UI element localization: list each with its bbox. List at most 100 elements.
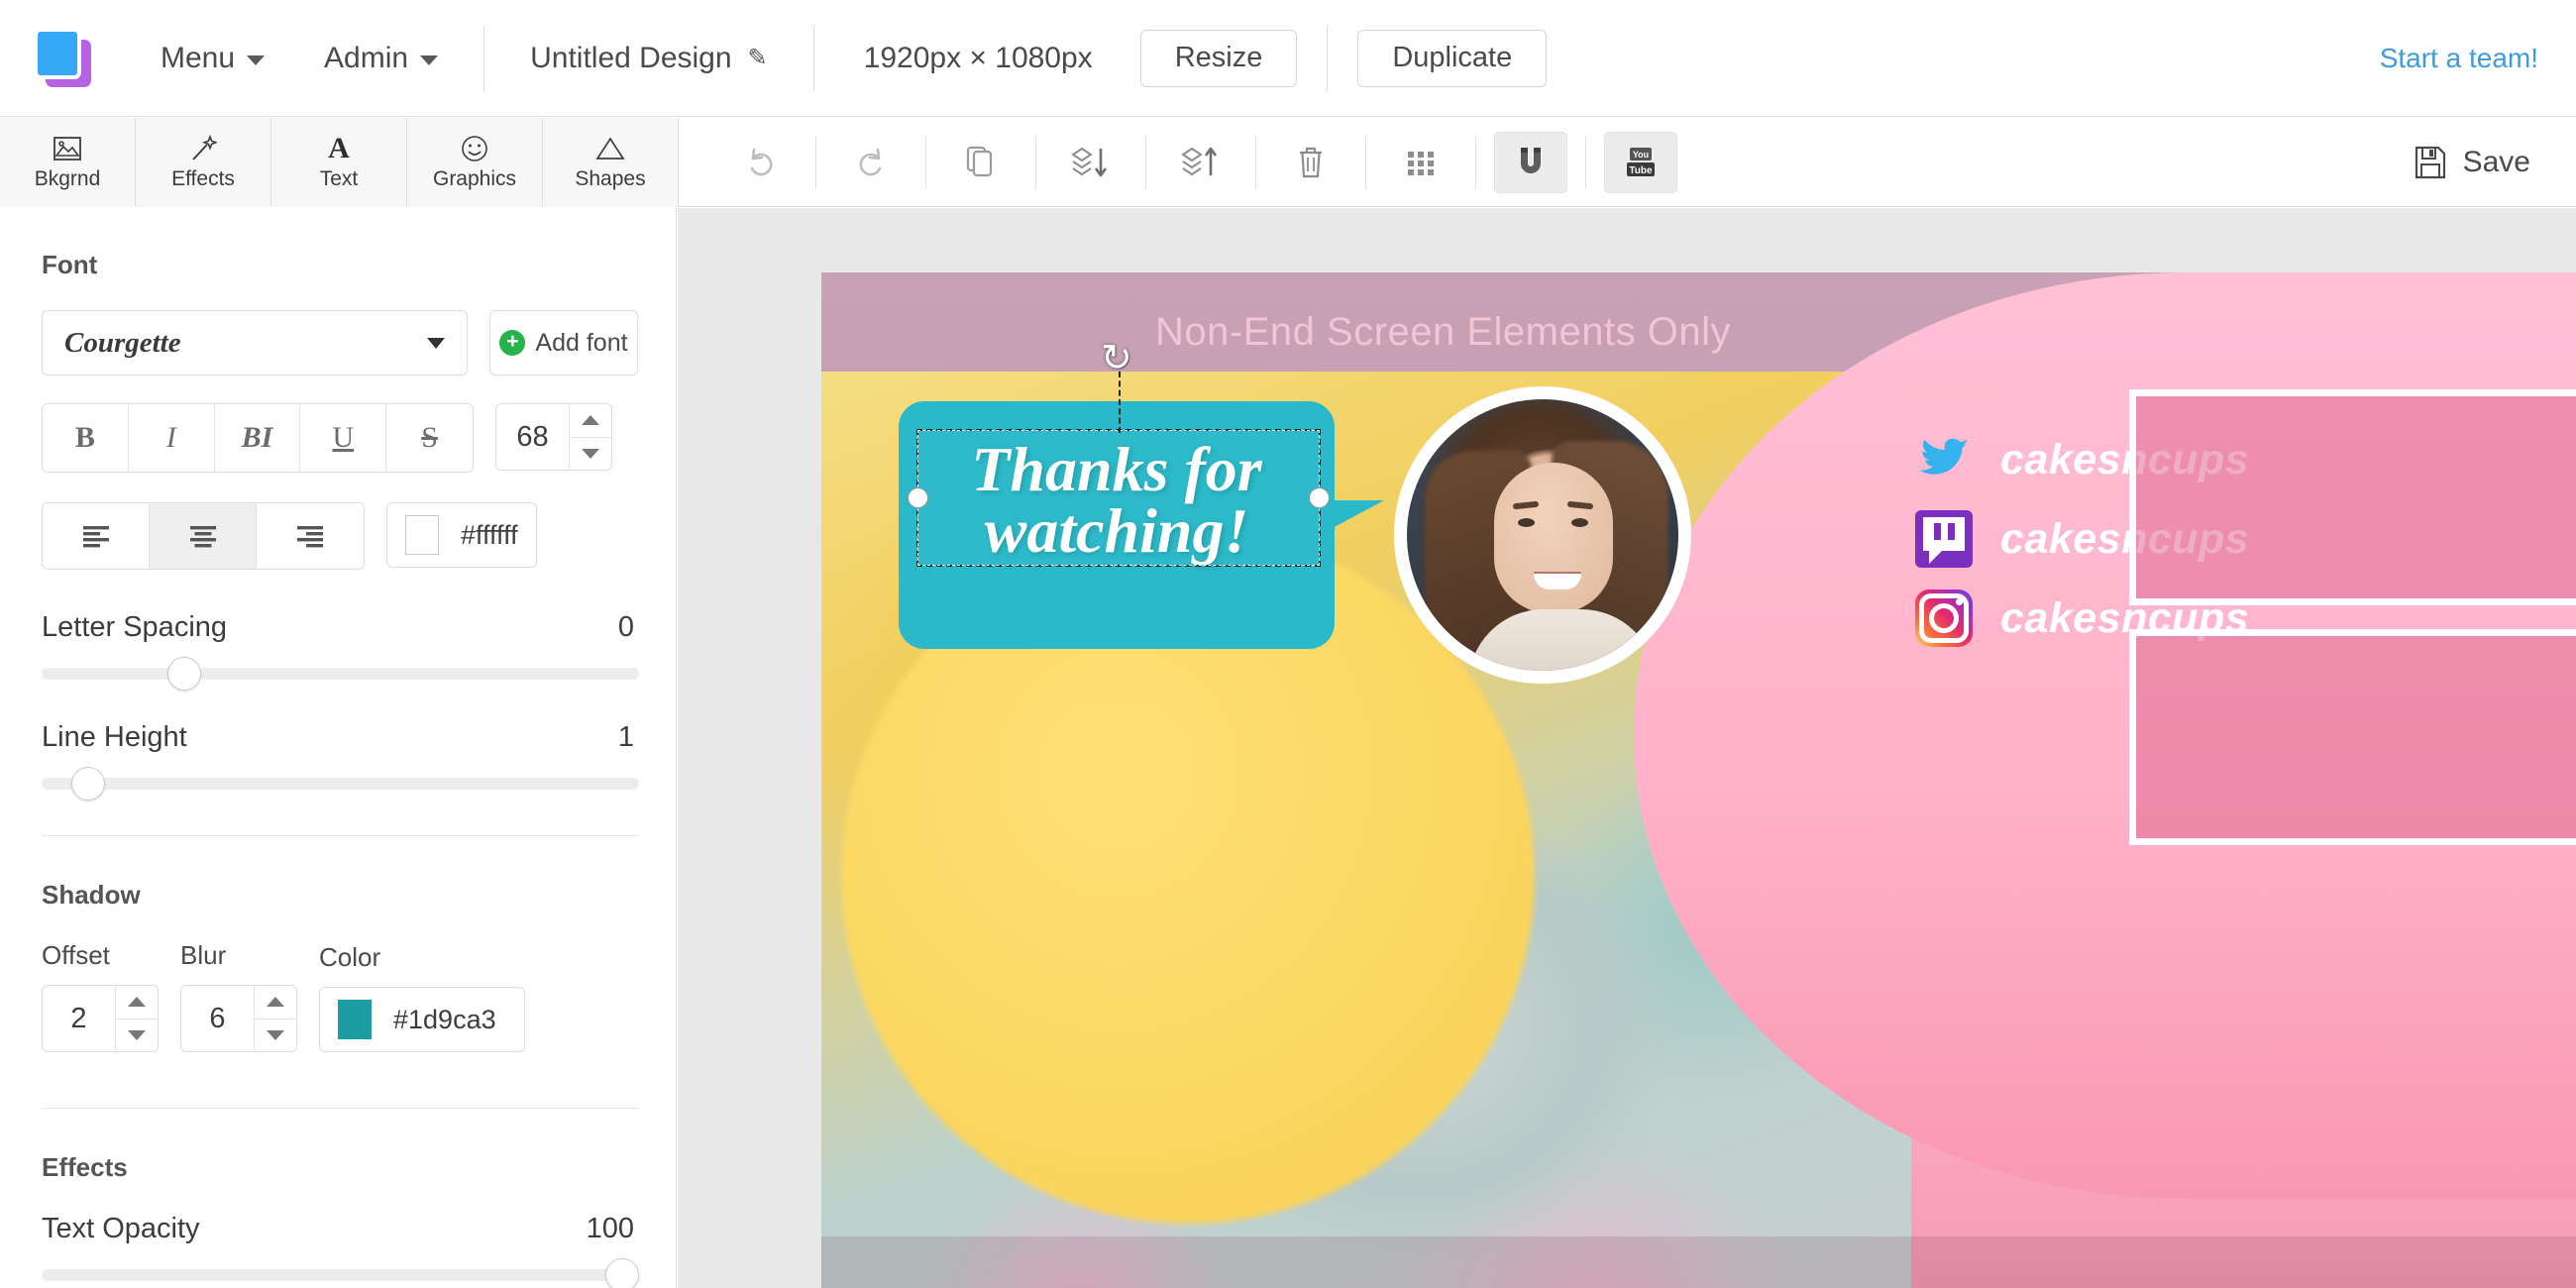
divider — [42, 835, 639, 836]
letter-spacing-knob[interactable] — [166, 657, 201, 691]
copy-icon — [966, 146, 993, 176]
video-placeholder-box-2[interactable] — [2129, 629, 2576, 845]
text-opacity-value: 100 — [586, 1213, 634, 1244]
align-center-button[interactable] — [150, 503, 257, 569]
plus-circle-icon: + — [499, 330, 526, 356]
app-logo[interactable] — [34, 27, 95, 89]
menu-dropdown[interactable]: Menu — [131, 0, 294, 117]
duplicate-button[interactable]: Duplicate — [1357, 29, 1548, 87]
font-size-decrement[interactable] — [570, 438, 611, 471]
shadow-color-field[interactable]: #1d9ca3 — [319, 987, 525, 1052]
shadow-offset-increment[interactable] — [116, 986, 158, 1020]
bold-italic-button[interactable]: BI — [214, 404, 301, 472]
snap-button[interactable] — [1494, 131, 1567, 193]
text-style-row: B I BI U S 68 — [42, 376, 634, 473]
menu-label: Menu — [161, 41, 236, 74]
banner-text[interactable]: Non-End Screen Elements Only — [821, 310, 2065, 355]
shadow-blur-value[interactable]: 6 — [181, 986, 255, 1051]
svg-text:You: You — [1633, 150, 1649, 160]
caret-up-icon — [128, 997, 146, 1008]
redo-button[interactable] — [834, 132, 908, 193]
italic-button[interactable]: I — [128, 404, 215, 472]
tab-label: Graphics — [432, 167, 517, 190]
video-placeholder-box-1[interactable] — [2129, 389, 2576, 605]
tab-graphics[interactable]: Graphics — [407, 118, 543, 207]
twitter-icon — [1915, 431, 1973, 488]
line-height-header: Line Height 1 — [42, 721, 634, 754]
text-color-value: #ffffff — [461, 519, 518, 550]
font-size-stepper[interactable]: 68 — [495, 403, 612, 471]
text-opacity-knob[interactable] — [605, 1258, 639, 1288]
font-size-value[interactable]: 68 — [496, 404, 570, 470]
align-left-button[interactable] — [43, 503, 150, 569]
shadow-offset-stepper[interactable]: 2 — [42, 985, 159, 1052]
tab-bkgrnd[interactable]: Bkgrnd — [0, 118, 136, 207]
selection-handle-right[interactable] — [1309, 487, 1330, 508]
avatar[interactable] — [1394, 386, 1691, 684]
shadow-color-group: Color #1d9ca3 — [319, 942, 525, 1052]
tab-effects[interactable]: Effects — [136, 118, 271, 207]
canvas-workspace[interactable]: Non-End Screen Elements Only Thanks for … — [678, 208, 2576, 1288]
caret-down-icon — [267, 1029, 284, 1040]
shadow-offset-value[interactable]: 2 — [43, 986, 116, 1051]
save-button[interactable]: Save — [2414, 145, 2530, 180]
shadow-offset-decrement[interactable] — [116, 1020, 158, 1052]
text-opacity-label: Text Opacity — [42, 1213, 200, 1244]
send-backward-button[interactable] — [1054, 132, 1127, 193]
underline-button[interactable]: U — [300, 404, 387, 472]
selection-bounding-box[interactable] — [908, 429, 1330, 567]
divider — [1255, 136, 1256, 188]
align-right-icon — [297, 526, 323, 548]
youtube-button[interactable]: You Tube — [1604, 131, 1677, 193]
text-a-icon: A — [328, 132, 350, 164]
text-opacity-slider[interactable] — [42, 1258, 639, 1288]
shadow-color-value: #1d9ca3 — [393, 1004, 496, 1034]
add-font-button[interactable]: + Add font — [489, 310, 638, 376]
twitch-bar-2 — [1948, 523, 1955, 540]
text-style-group: B I BI U S — [42, 403, 474, 473]
bold-button[interactable]: B — [43, 404, 129, 472]
design-title[interactable]: Untitled Design ✎ — [500, 0, 798, 117]
selection-handle-left[interactable] — [908, 487, 928, 508]
letter-spacing-slider[interactable] — [42, 657, 639, 691]
strikethrough-button[interactable]: S — [386, 404, 473, 472]
line-height-knob[interactable] — [71, 767, 106, 801]
tab-shapes[interactable]: Shapes — [543, 118, 679, 207]
bring-forward-button[interactable] — [1164, 132, 1237, 193]
duplicate-layer-button[interactable] — [944, 132, 1018, 193]
artboard[interactable]: Non-End Screen Elements Only Thanks for … — [821, 272, 2576, 1288]
letter-spacing-value: 0 — [617, 611, 634, 643]
undo-button[interactable] — [724, 132, 798, 193]
font-size-increment[interactable] — [570, 404, 611, 438]
shadow-blur-stepper[interactable]: 6 — [180, 985, 297, 1052]
line-height-slider[interactable] — [42, 767, 639, 801]
divider — [815, 136, 816, 188]
avatar-eye-left — [1518, 518, 1535, 527]
bottom-overlay-strip — [821, 1236, 2576, 1288]
resize-button[interactable]: Resize — [1139, 29, 1298, 87]
admin-dropdown[interactable]: Admin — [294, 0, 468, 117]
delete-button[interactable] — [1274, 132, 1347, 193]
tab-label: Bkgrnd — [34, 167, 101, 190]
shadow-offset-label: Offset — [42, 940, 110, 970]
start-a-team-link[interactable]: Start a team! — [2380, 43, 2538, 74]
text-color-field[interactable]: #ffffff — [386, 502, 537, 568]
grid-icon — [1408, 151, 1434, 175]
align-right-button[interactable] — [257, 503, 364, 569]
magnet-icon — [1521, 147, 1541, 173]
rotate-icon[interactable]: ↻ — [1101, 340, 1138, 377]
magic-wand-icon — [189, 134, 217, 163]
divider — [1585, 136, 1586, 188]
layers-down-icon — [1071, 147, 1108, 176]
shadow-blur-decrement[interactable] — [255, 1020, 296, 1052]
speech-bubble-tail — [1329, 500, 1384, 556]
divider — [1475, 136, 1476, 188]
grid-button[interactable] — [1384, 132, 1457, 193]
caret-up-icon — [267, 997, 284, 1008]
font-family-select[interactable]: Courgette — [42, 310, 468, 376]
pencil-icon[interactable]: ✎ — [748, 0, 768, 117]
tab-text[interactable]: A Text — [271, 118, 407, 207]
divider — [1365, 136, 1366, 188]
shadow-blur-increment[interactable] — [255, 986, 296, 1020]
effects-section-title: Effects — [42, 1152, 128, 1182]
